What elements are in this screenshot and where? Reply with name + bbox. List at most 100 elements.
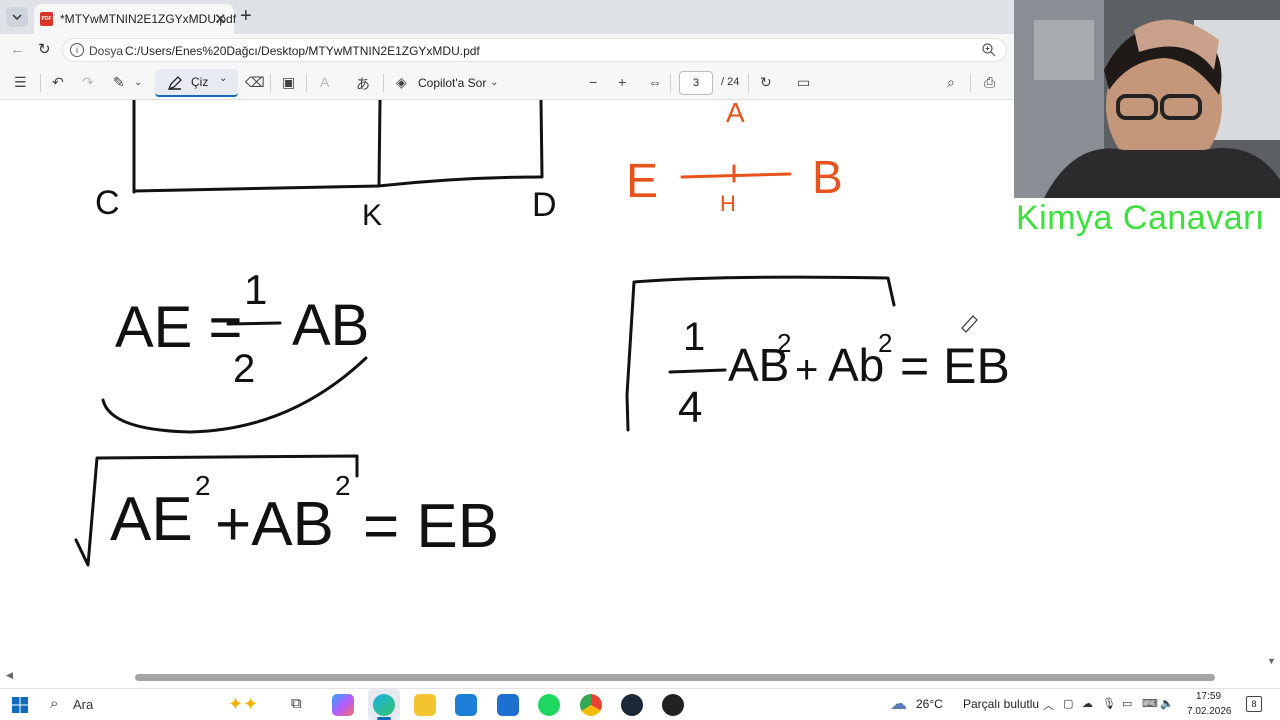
search-icon[interactable]: ⌕ [947,74,955,91]
webcam-overlay [1014,0,1280,198]
file-explorer-icon[interactable] [414,694,436,716]
steam-icon[interactable] [621,694,643,716]
search-icon[interactable]: ⌕ [50,695,58,712]
battery-icon[interactable]: ▭ [1122,697,1132,710]
zoom-out-icon[interactable]: − [589,74,597,90]
undo-icon[interactable]: ↶ [52,74,64,91]
eq3-exponent-1: 2 [777,328,791,358]
label-e: E [626,155,658,208]
divider [670,74,671,92]
reload-icon[interactable]: ↻ [38,40,51,58]
eq3-plus: + [795,348,818,392]
back-icon[interactable]: ← [10,41,25,58]
outlook-icon[interactable] [497,694,519,716]
network-icon[interactable]: ⌨ [1142,697,1158,710]
url-scheme-label: Dosya [89,44,124,58]
label-a: A [726,100,745,128]
page-number-input[interactable]: 3 [679,71,713,95]
eq1-numerator: 1 [244,266,267,313]
divider [748,74,749,92]
print-icon[interactable]: ⎙ [984,74,995,91]
cloud-icon[interactable]: ☁ [1082,697,1093,710]
weather-description[interactable]: Parçalı bulutlu [963,697,1039,711]
new-tab-icon[interactable]: + [240,5,252,28]
translate-icon[interactable]: あ [356,74,370,94]
eq3-numerator: 1 [683,315,705,359]
eq2-term: AE [110,485,193,554]
redo-icon[interactable]: ↷ [82,74,94,91]
clock-time[interactable]: 17:59 [1196,691,1221,702]
chrome-icon[interactable] [580,694,602,716]
webcam-image [1014,0,1280,198]
tab-title: *MTYwMTNIN2E1ZGYxMDU.pdf [60,12,237,26]
highlight-options-chevron-icon[interactable]: ⌄ [134,77,142,88]
eq2-middle: +AB [215,490,334,559]
obs-icon[interactable] [662,694,684,716]
microphone-icon[interactable]: 🎙 [1102,697,1116,710]
taskbar-search[interactable]: Ara [73,697,93,712]
eq2-exponent-1: 2 [195,470,211,501]
read-aloud-icon[interactable]: A [320,74,329,90]
eq3-denominator: 4 [678,383,702,432]
info-icon[interactable]: i [70,43,84,57]
store-icon[interactable] [455,694,477,716]
draw-pen-icon [167,76,182,91]
fit-page-icon[interactable]: ⇔ [648,74,662,90]
eq2-exponent-2: 2 [335,470,351,501]
divider [40,74,41,92]
pen-cursor-icon [961,315,978,333]
contents-icon[interactable]: ☰ [14,74,27,91]
page-view-icon[interactable]: ▭ [797,74,810,91]
eraser-icon[interactable]: ⌫ [245,74,265,91]
scroll-down-arrow-icon[interactable]: ▼ [1267,656,1276,666]
draw-button[interactable]: Çiz ⌄ [155,69,238,97]
copilot-sparkle-icon[interactable]: ✦✦ [228,694,258,715]
eq2-right: = EB [363,492,499,561]
copilot-chevron-icon[interactable]: ⌄ [490,77,498,88]
windows-start-icon[interactable] [12,697,28,713]
eq3-exponent-2: 2 [878,328,892,358]
clock-date[interactable]: 7.02.2026 [1187,706,1232,717]
url-text[interactable]: C:/Users/Enes%20Dağcı/Desktop/MTYwMTNIN2… [125,44,480,58]
eq1-right: AB [292,293,369,358]
chevron-down-icon [12,14,22,21]
tray-app-icon[interactable]: ▢ [1063,697,1073,710]
eq3-fraction-line [668,368,727,374]
spotify-icon[interactable] [538,694,560,716]
browser-tab[interactable]: PDF *MTYwMTNIN2E1ZGYxMDU.pdf ✕ [34,4,237,34]
divider [306,74,307,92]
eq1-left: AE = [115,295,242,360]
scroll-left-arrow-icon[interactable]: ◀ [6,670,13,681]
zoom-icon[interactable] [981,42,997,58]
divider [383,74,384,92]
divider [970,74,971,92]
eq3-right: = EB [900,338,1010,394]
pdf-icon: PDF [40,12,53,26]
rotate-icon[interactable]: ↻ [760,74,772,91]
tray-chevron-icon[interactable]: ︿ [1043,697,1054,713]
highlight-icon[interactable]: ✎ [113,74,125,91]
copilot-button[interactable]: Copilot'a Sor [418,76,486,90]
copilot-app-icon[interactable] [332,694,354,716]
weather-temperature[interactable]: 26°C [916,697,943,711]
copilot-icon[interactable]: ◈ [396,74,407,91]
tab-list-button[interactable] [6,7,28,27]
zoom-in-icon[interactable]: + [618,74,626,90]
channel-brand-text: Kimya Canavarı [1016,199,1265,237]
close-tab-icon[interactable]: ✕ [214,10,227,28]
page-total: / 24 [721,76,740,88]
volume-icon[interactable]: 🔈 [1160,697,1174,710]
notification-center-icon[interactable]: 8 [1246,696,1262,712]
pdf-toolbar: ☰ ↶ ↷ ✎ ⌄ Çiz ⌄ ⌫ ▣ A あ ◈ Copilot'a Sor … [0,66,1015,100]
text-box-icon[interactable]: ▣ [282,74,295,91]
segment-eb [680,172,792,179]
edge-browser-icon[interactable] [373,694,395,716]
label-b: B [812,151,843,203]
rectangle-bottom-edge [132,175,544,193]
url-field[interactable]: i Dosya C:/Users/Enes%20Dağcı/Desktop/MT… [62,38,1007,62]
horizontal-scrollbar[interactable] [135,674,1215,681]
eq1-denominator: 2 [233,347,255,391]
task-view-icon[interactable]: ⧉ [291,695,302,712]
weather-icon[interactable]: ☁ [890,694,907,714]
draw-options-chevron-icon[interactable]: ⌄ [219,73,227,84]
